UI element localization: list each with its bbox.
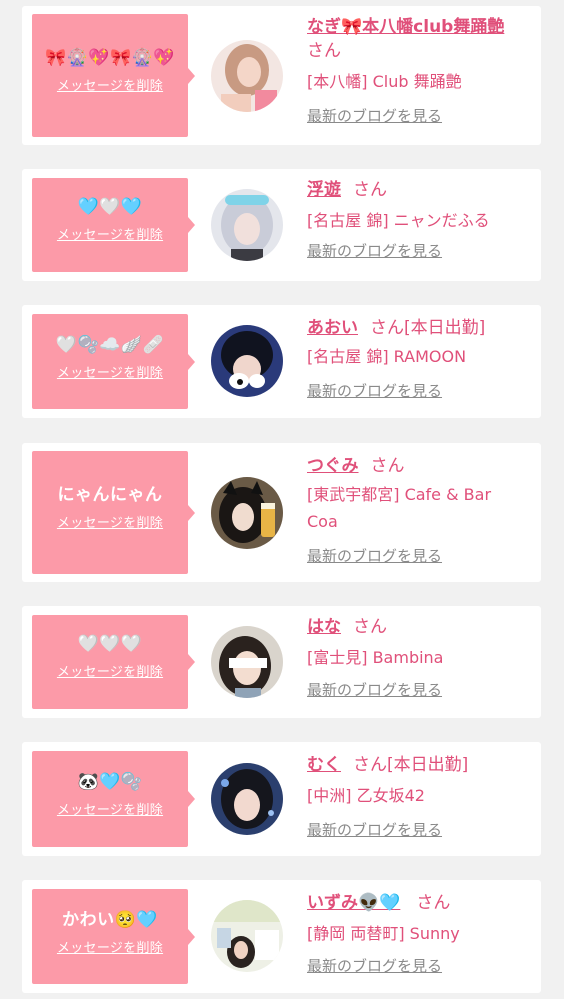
message-card: 🎀🎡💖🎀🎡💖 メッセージを削除 なぎ🎀本八幡club舞踊艶 さん [本八幡] C… <box>22 6 541 145</box>
cast-name-link[interactable]: いずみ👽🩵 <box>307 893 400 913</box>
latest-blog-link[interactable]: 最新のブログを見る <box>307 380 535 402</box>
cast-info: つぐみ さん [東武宇都宮] Cafe & Bar Coa 最新のブログを見る <box>307 453 535 567</box>
cast-info: なぎ🎀本八幡club舞踊艶 さん [本八幡] Club 舞踊艶 最新のブログを見… <box>307 14 535 127</box>
cast-info: むく さん[本日出勤] [中洲] 乙女坂42 最新のブログを見る <box>307 752 535 841</box>
avatar-photo <box>211 325 283 397</box>
message-card: 🐼🩵🫧 メッセージを削除 むく さん[本日出勤] [中洲] 乙女坂42 最新のブロ… <box>22 742 541 856</box>
avatar[interactable] <box>211 189 283 261</box>
latest-blog-link[interactable]: 最新のブログを見る <box>307 545 535 567</box>
san-label: さん <box>353 617 387 637</box>
shop-name: [本八幡] Club 舞踊艶 <box>307 72 462 91</box>
avatar-photo <box>211 40 283 112</box>
latest-blog-link[interactable]: 最新のブログを見る <box>307 240 535 262</box>
latest-blog-link[interactable]: 最新のブログを見る <box>307 679 535 701</box>
message-bubble: 🩵🤍🩵 メッセージを削除 <box>32 178 195 272</box>
avatar-photo <box>211 763 283 835</box>
avatar[interactable] <box>211 325 283 397</box>
cast-name-link[interactable]: むく <box>307 755 341 775</box>
shop-name: [富士見] Bambina <box>307 648 444 667</box>
message-bubble: 🤍🤍🤍 メッセージを削除 <box>32 615 195 709</box>
avatar-photo <box>211 477 283 549</box>
san-label: さん <box>416 893 451 913</box>
cast-name-link[interactable]: はな <box>307 617 341 637</box>
shop-name: [中洲] 乙女坂42 <box>307 786 425 805</box>
delete-message-link[interactable]: メッセージを削除 <box>32 512 188 531</box>
latest-blog-link[interactable]: 最新のブログを見る <box>307 105 535 127</box>
message-card: にゃんにゃん メッセージを削除 つぐみ さん [東武宇都宮] Cafe & Bar… <box>22 443 541 582</box>
latest-blog-link[interactable]: 最新のブログを見る <box>307 955 535 977</box>
delete-message-link[interactable]: メッセージを削除 <box>32 224 188 243</box>
avatar[interactable] <box>211 477 283 549</box>
bubble-message-text: 🤍🤍🤍 <box>77 634 143 654</box>
cast-info: あおい さん[本日出勤] [名古屋 錦] RAMOON 最新のブログを見る <box>307 315 535 402</box>
latest-blog-link[interactable]: 最新のブログを見る <box>307 819 535 841</box>
avatar[interactable] <box>211 900 283 972</box>
shop-name: [静岡 両替町] Sunny <box>307 924 460 943</box>
avatar-photo <box>211 900 283 972</box>
bubble-message-text: にゃんにゃん <box>57 485 163 505</box>
avatar[interactable] <box>211 626 283 698</box>
san-label: さん <box>307 41 341 61</box>
bubble-message-text: かわい🥺🩵 <box>62 910 158 930</box>
shop-name: [名古屋 錦] RAMOON <box>307 347 467 366</box>
avatar-photo <box>211 626 283 698</box>
bubble-message-text: 🐼🩵🫧 <box>77 772 143 792</box>
message-bubble: かわい🥺🩵 メッセージを削除 <box>32 889 195 984</box>
avatar-photo <box>211 189 283 261</box>
shop-name: [東武宇都宮] Cafe & Bar Coa <box>307 485 492 531</box>
message-card: 🤍🤍🤍 メッセージを削除 はな さん [富士見] Bambina 最新のブログを見… <box>22 606 541 718</box>
message-card: 🤍🫧☁️🪽🩹 メッセージを削除 あおい さん[本日出勤] [名古屋 錦] RAMO… <box>22 305 541 418</box>
message-bubble: 🎀🎡💖🎀🎡💖 メッセージを削除 <box>32 14 195 137</box>
delete-message-link[interactable]: メッセージを削除 <box>32 75 188 94</box>
avatar[interactable] <box>211 763 283 835</box>
cast-name-link[interactable]: 浮遊 <box>307 180 341 200</box>
cast-name-link[interactable]: なぎ🎀本八幡club舞踊艶 <box>307 17 504 37</box>
san-label: さん <box>353 180 387 200</box>
message-bubble: 🤍🫧☁️🪽🩹 メッセージを削除 <box>32 314 195 409</box>
working-today-badge: [本日出勤] <box>404 318 486 338</box>
bubble-message-text: 🩵🤍🩵 <box>77 197 143 217</box>
cast-info: いずみ👽🩵 さん [静岡 両替町] Sunny 最新のブログを見る <box>307 890 535 977</box>
cast-info: はな さん [富士見] Bambina 最新のブログを見る <box>307 614 535 701</box>
message-card: かわい🥺🩵 メッセージを削除 いずみ👽🩵 さん [静岡 両替町] Sunny 最新… <box>22 880 541 993</box>
message-bubble: 🐼🩵🫧 メッセージを削除 <box>32 751 195 847</box>
message-bubble: にゃんにゃん メッセージを削除 <box>32 451 195 574</box>
avatar[interactable] <box>211 40 283 112</box>
delete-message-link[interactable]: メッセージを削除 <box>32 937 188 956</box>
delete-message-link[interactable]: メッセージを削除 <box>32 661 188 680</box>
cast-name-link[interactable]: あおい <box>307 318 358 338</box>
shop-name: [名古屋 錦] ニャンだふる <box>307 211 490 230</box>
message-card: 🩵🤍🩵 メッセージを削除 浮遊 さん [名古屋 錦] ニャンだふる 最新のブログを… <box>22 169 541 281</box>
san-label: さん <box>370 456 405 476</box>
bubble-message-text: 🤍🫧☁️🪽🩹 <box>55 335 165 355</box>
delete-message-link[interactable]: メッセージを削除 <box>32 362 188 381</box>
cast-info: 浮遊 さん [名古屋 錦] ニャンだふる 最新のブログを見る <box>307 177 535 262</box>
delete-message-link[interactable]: メッセージを削除 <box>32 799 188 818</box>
bubble-message-text: 🎀🎡💖🎀🎡💖 <box>44 48 175 68</box>
san-label: さん <box>370 318 404 338</box>
san-label: さん <box>353 755 387 775</box>
cast-name-link[interactable]: つぐみ <box>307 456 359 476</box>
working-today-badge: [本日出勤] <box>387 755 469 775</box>
